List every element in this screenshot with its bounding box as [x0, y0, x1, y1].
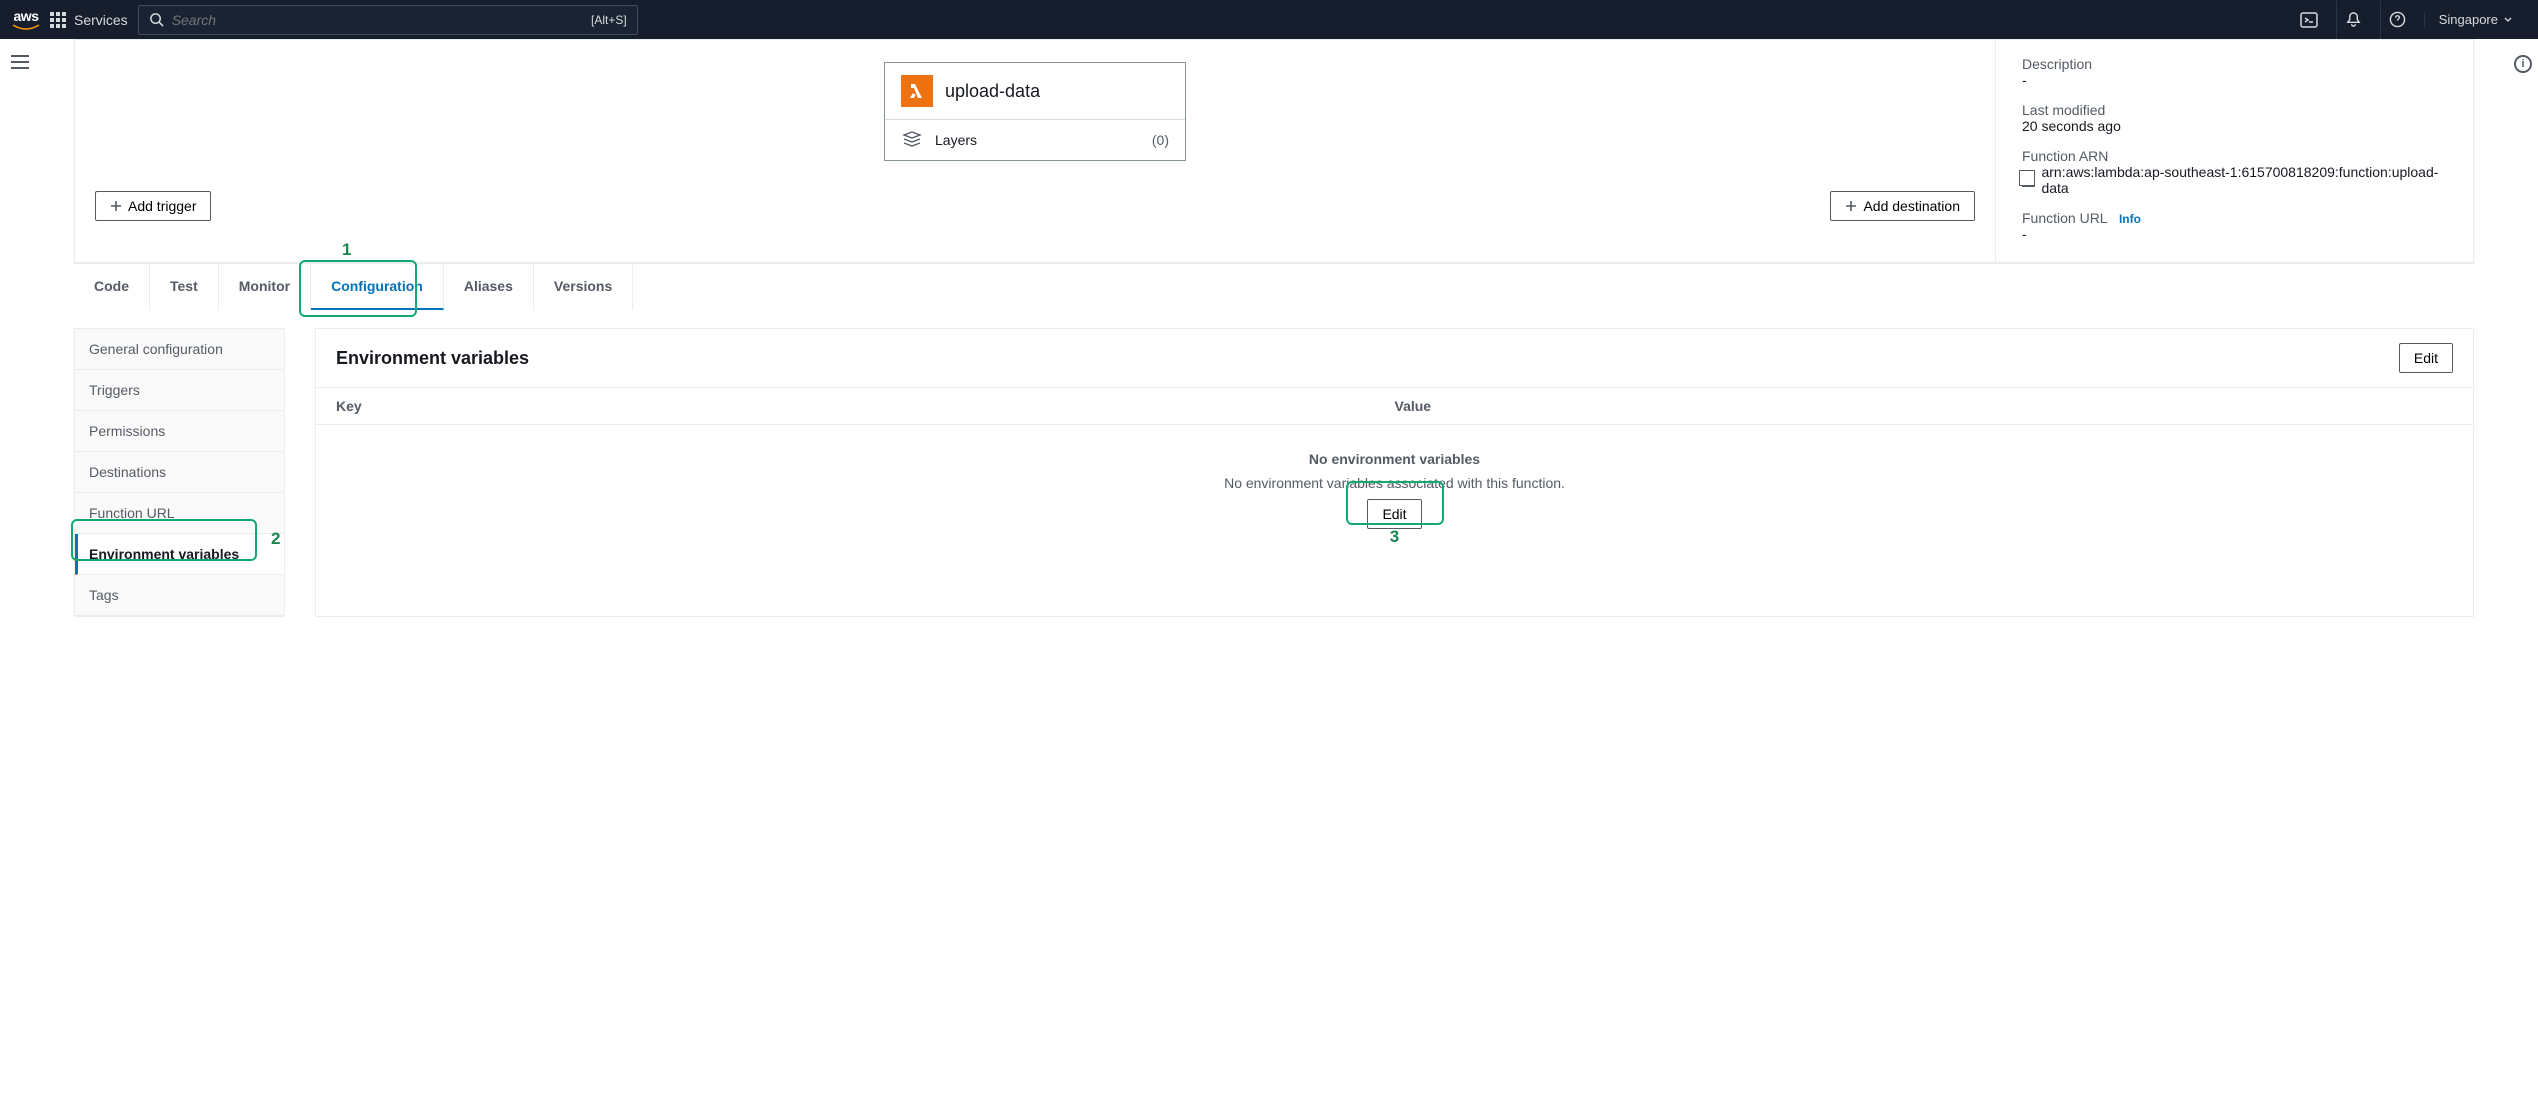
main-content: upload-data Layers (0) Add trigger: [40, 39, 2508, 617]
add-trigger-button[interactable]: Add trigger: [95, 191, 211, 221]
tab-test[interactable]: Test: [150, 264, 219, 310]
notifications-icon[interactable]: [2336, 1, 2370, 39]
config-side-nav: General configuration Triggers Permissio…: [74, 328, 285, 617]
layers-icon: [901, 130, 923, 150]
global-header: aws Services [Alt+S] Singapore: [0, 0, 2538, 39]
services-menu[interactable]: Services: [50, 12, 128, 28]
plus-icon: [110, 200, 122, 212]
configuration-body: General configuration Triggers Permissio…: [74, 328, 2474, 617]
panel-title: Environment variables: [336, 348, 529, 369]
region-selector[interactable]: Singapore: [2424, 12, 2526, 27]
copy-icon[interactable]: [2022, 173, 2035, 187]
nav-general[interactable]: General configuration: [75, 329, 284, 370]
diagram-area: upload-data Layers (0) Add trigger: [75, 40, 1995, 262]
aws-logo[interactable]: aws: [12, 8, 40, 32]
search-shortcut: [Alt+S]: [591, 13, 627, 27]
last-modified-value: 20 seconds ago: [2022, 118, 2447, 134]
url-label: Function URL: [2022, 210, 2107, 226]
url-value: -: [2022, 226, 2447, 242]
layers-row[interactable]: Layers (0): [885, 120, 1185, 160]
tab-code[interactable]: Code: [74, 264, 150, 310]
col-key: Key: [336, 398, 1395, 414]
info-link[interactable]: Info: [2119, 212, 2141, 226]
empty-title: No environment variables: [1309, 451, 1480, 467]
add-destination-button[interactable]: Add destination: [1830, 191, 1975, 221]
empty-message: No environment variables associated with…: [1224, 475, 1565, 491]
chevron-down-icon: [2504, 17, 2512, 22]
col-value: Value: [1395, 398, 2454, 414]
left-rail: [0, 39, 40, 617]
empty-state: No environment variables No environment …: [316, 425, 2473, 569]
grid-icon: [50, 12, 66, 28]
nav-destinations[interactable]: Destinations: [75, 452, 284, 493]
meta-panel: Description - Last modified 20 seconds a…: [1995, 40, 2473, 262]
tab-monitor[interactable]: Monitor: [219, 264, 311, 310]
info-circle-icon[interactable]: i: [2514, 55, 2532, 73]
layers-label: Layers: [935, 132, 977, 148]
region-label: Singapore: [2439, 12, 2498, 27]
nav-function-url[interactable]: Function URL: [75, 493, 284, 534]
function-overview: upload-data Layers (0) Add trigger: [74, 39, 2474, 263]
function-card[interactable]: upload-data Layers (0): [884, 62, 1186, 161]
nav-env-vars[interactable]: Environment variables: [75, 534, 284, 575]
help-icon[interactable]: [2380, 1, 2414, 39]
plus-icon: [1845, 200, 1857, 212]
layers-count: (0): [1152, 132, 1169, 148]
tab-configuration[interactable]: Configuration: [311, 264, 444, 310]
description-label: Description: [2022, 56, 2447, 72]
env-vars-panel: Environment variables Edit Key Value No …: [315, 328, 2474, 617]
arn-value: arn:aws:lambda:ap-southeast-1:6157008182…: [2041, 164, 2447, 196]
tab-aliases[interactable]: Aliases: [444, 264, 534, 310]
tab-versions[interactable]: Versions: [534, 264, 633, 310]
services-label: Services: [74, 12, 128, 28]
empty-edit-button[interactable]: Edit: [1367, 499, 1421, 529]
nav-triggers[interactable]: Triggers: [75, 370, 284, 411]
annotation-label-3: 3: [1390, 527, 1399, 547]
function-name: upload-data: [945, 81, 1040, 102]
description-value: -: [2022, 72, 2447, 88]
table-header: Key Value: [316, 388, 2473, 425]
nav-tags[interactable]: Tags: [75, 575, 284, 616]
search-input[interactable]: [172, 12, 627, 28]
cloudshell-icon[interactable]: [2292, 1, 2326, 39]
nav-permissions[interactable]: Permissions: [75, 411, 284, 452]
edit-button[interactable]: Edit: [2399, 343, 2453, 373]
lambda-icon: [901, 75, 933, 107]
function-tabs: Code Test Monitor Configuration Aliases …: [74, 263, 2474, 310]
arn-label: Function ARN: [2022, 148, 2447, 164]
global-search[interactable]: [Alt+S]: [138, 5, 638, 35]
search-icon: [149, 12, 164, 27]
last-modified-label: Last modified: [2022, 102, 2447, 118]
hamburger-icon[interactable]: [11, 55, 29, 69]
right-rail: i: [2508, 39, 2538, 617]
